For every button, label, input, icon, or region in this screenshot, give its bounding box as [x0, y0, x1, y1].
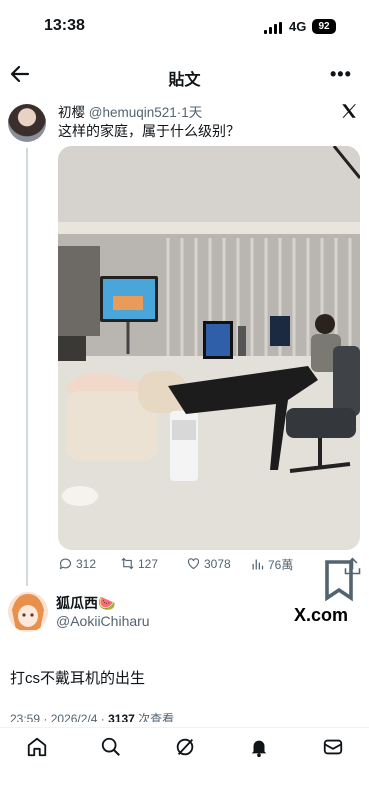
meta-views-label: 次查看 — [138, 712, 175, 722]
meta-date: 2026/2/4 — [50, 712, 98, 722]
home-icon[interactable] — [26, 736, 48, 758]
reply-action[interactable]: 312 — [58, 556, 96, 571]
room-photo-illustration — [58, 146, 360, 550]
meta-sep1: · — [43, 712, 48, 722]
tweet-actions: 312 127 3078 76萬 — [58, 556, 363, 602]
views-count: 76萬 — [268, 558, 294, 572]
tweet-time: 1天 — [181, 105, 203, 120]
views-action[interactable]: 76萬 — [250, 556, 293, 573]
retweet-count: 127 — [138, 556, 159, 571]
top-bar: 貼文 ••• — [0, 52, 369, 98]
tweet-photo[interactable] — [58, 146, 360, 550]
like-icon — [187, 558, 200, 570]
signal-icon — [264, 22, 284, 34]
author-handle[interactable]: @hemuqin521 — [89, 105, 177, 120]
tweet-author: 初樱 @hemuqin521·1天 — [58, 101, 202, 121]
reply-count: 312 — [76, 556, 97, 571]
more-icon[interactable]: ••• — [330, 64, 352, 85]
reply-text: 打cs不戴耳机的出生 — [10, 670, 146, 687]
bottom-nav — [0, 727, 369, 768]
notifications-icon[interactable] — [248, 736, 270, 758]
retweet-icon — [121, 557, 134, 570]
reply-author-handle[interactable]: @AokiiChiharu — [56, 613, 150, 629]
meta-time: 23:59 — [10, 712, 41, 722]
network-type: 4G — [289, 19, 307, 34]
reply-author-name[interactable]: 狐瓜西🍉 — [56, 593, 115, 613]
x-logo-icon — [342, 104, 356, 118]
retweet-action[interactable]: 127 — [120, 556, 158, 571]
reply-icon — [59, 558, 72, 570]
meta-views-count: 3137 — [108, 712, 135, 722]
grok-icon[interactable] — [174, 736, 196, 758]
views-icon — [252, 559, 264, 570]
x-com-watermark: X.com — [294, 605, 349, 625]
like-count: 3078 — [204, 556, 231, 571]
author-name[interactable]: 初樱 — [58, 105, 85, 120]
messages-icon[interactable] — [322, 736, 344, 758]
avatar[interactable] — [8, 104, 46, 142]
avatar[interactable] — [8, 592, 48, 632]
tweet-text: 这样的家庭，属于什么级别？ — [58, 123, 240, 139]
quoted-author[interactable]: 狐瓜西🍉 @AokiiChiharu X.com — [0, 592, 369, 677]
search-icon[interactable] — [100, 736, 122, 758]
meta-sep2: · — [100, 712, 105, 722]
thread-line — [26, 148, 28, 586]
post-meta: 23:59 · 2026/2/4 · 3137 次查看 — [10, 710, 174, 722]
battery-icon: 92 — [312, 19, 336, 34]
share-icon[interactable] — [342, 556, 363, 577]
like-action[interactable]: 3078 — [186, 556, 231, 571]
page-title: 貼文 — [168, 72, 201, 89]
status-time: 13:38 — [44, 17, 85, 34]
status-bar: 13:38 4G 92 — [0, 0, 369, 52]
